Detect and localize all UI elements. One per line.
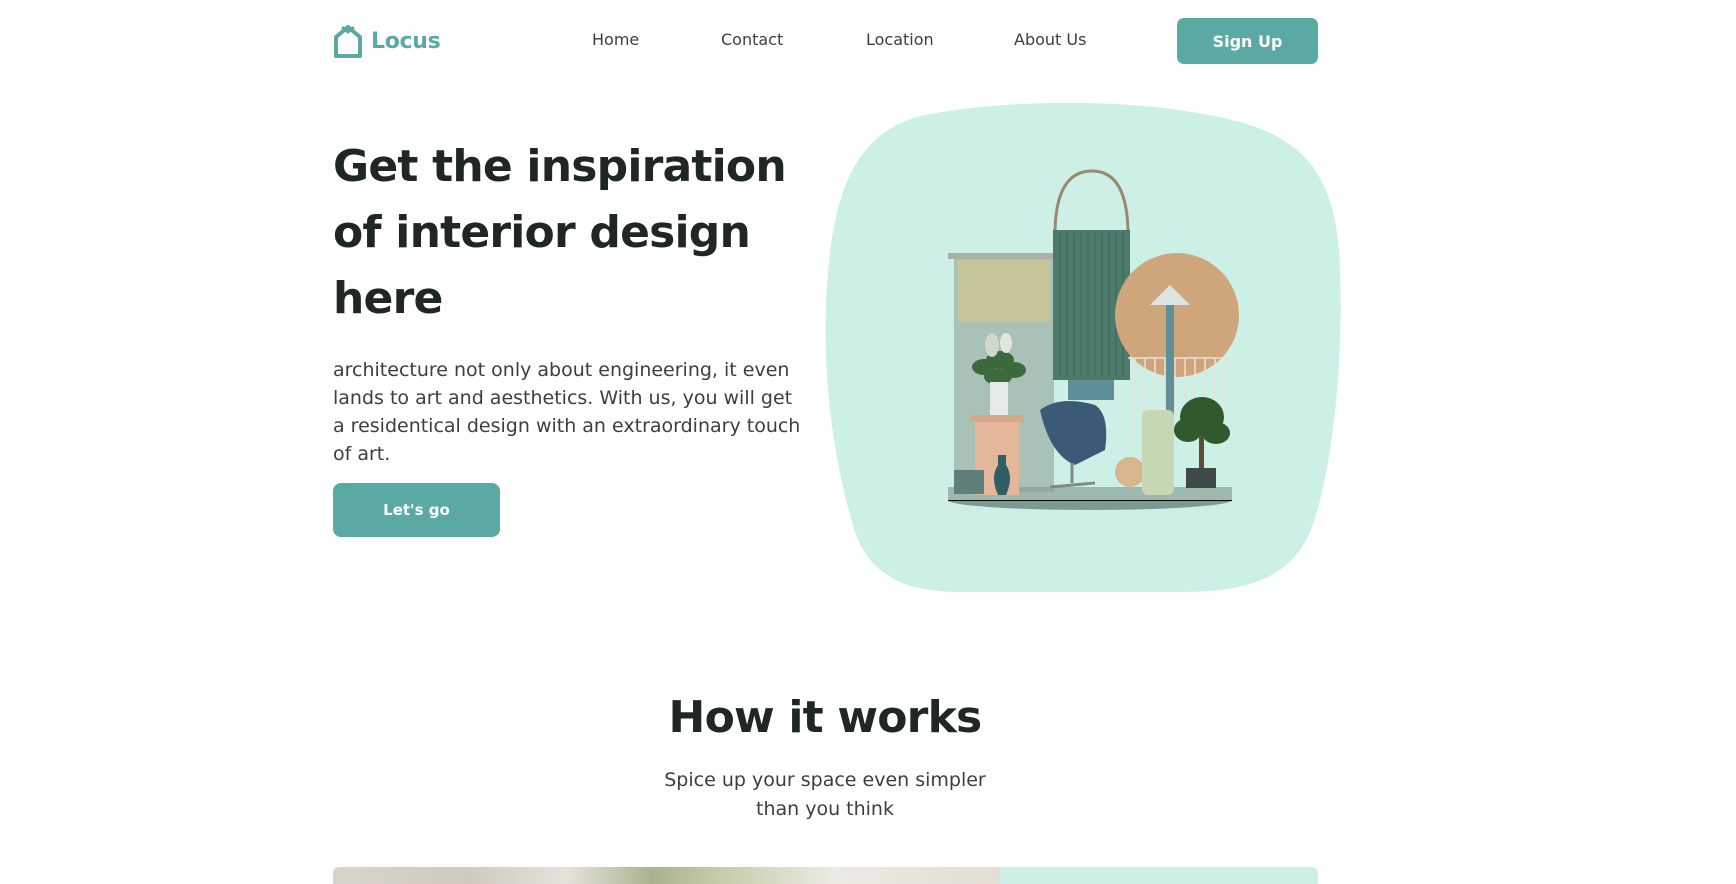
how-it-works-title: How it works — [668, 692, 983, 743]
nav-contact[interactable]: Contact — [721, 30, 811, 49]
hero-title-line: here — [333, 273, 443, 324]
hero-description-line: architecture not only about engineering,… — [333, 359, 790, 381]
hero-title: Get the inspiration of interior design h… — [333, 134, 813, 332]
interior-illustration — [948, 169, 1239, 510]
sign-up-button[interactable]: Sign Up — [1177, 18, 1318, 64]
logo-link[interactable]: Locus — [333, 24, 441, 58]
mint-card — [1000, 867, 1318, 884]
hero-title-line: Get the inspiration — [333, 141, 787, 192]
hero-description: architecture not only about engineering,… — [333, 356, 808, 468]
nav-about-us[interactable]: About Us — [1014, 30, 1114, 49]
hero-description-line: of art. — [333, 443, 391, 465]
how-it-works-subtitle-line: Spice up your space even simpler — [664, 769, 986, 791]
how-it-works-cards-preview — [333, 867, 1318, 884]
hero-description-line: a residentical design with an extraordin… — [333, 415, 801, 437]
house-icon — [334, 25, 362, 58]
hero-description-line: lands to art and aesthetics. With us, yo… — [333, 387, 793, 409]
nav-location[interactable]: Location — [866, 30, 956, 49]
page: Locus Home Contact Location About Us Sig… — [0, 0, 1736, 884]
how-it-works-subtitle: Spice up your space even simpler than yo… — [645, 766, 1005, 824]
room-photo — [333, 867, 1000, 884]
lets-go-button[interactable]: Let's go — [333, 483, 500, 537]
hero-title-line: of interior design — [333, 207, 751, 258]
how-it-works-subtitle-line: than you think — [756, 798, 894, 820]
nav-home[interactable]: Home — [592, 30, 672, 49]
brand-name: Locus — [371, 28, 441, 54]
